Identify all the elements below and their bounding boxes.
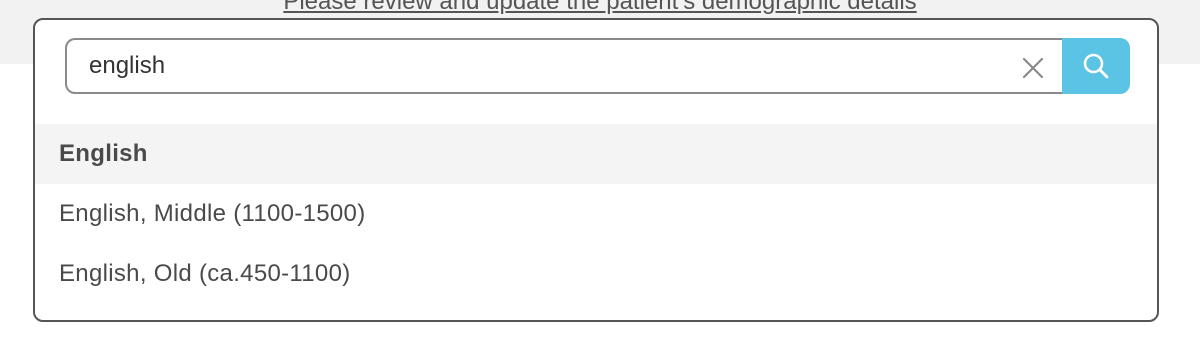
language-search-dropdown: English English, Middle (1100-1500) Engl… bbox=[33, 18, 1159, 322]
search-input[interactable] bbox=[89, 48, 989, 84]
instruction-text: Please review and update the patient’s d… bbox=[283, 0, 917, 15]
close-icon bbox=[1022, 57, 1044, 79]
search-results-list: English English, Middle (1100-1500) Engl… bbox=[35, 124, 1157, 304]
search-icon bbox=[1083, 53, 1109, 79]
search-button[interactable] bbox=[1062, 38, 1130, 94]
result-item-english-old[interactable]: English, Old (ca.450-1100) bbox=[35, 244, 1157, 304]
search-field-wrapper bbox=[65, 38, 1063, 94]
clear-search-button[interactable] bbox=[1017, 52, 1049, 84]
result-item-english[interactable]: English bbox=[35, 124, 1157, 184]
search-bar bbox=[65, 38, 1130, 94]
result-item-english-middle[interactable]: English, Middle (1100-1500) bbox=[35, 184, 1157, 244]
